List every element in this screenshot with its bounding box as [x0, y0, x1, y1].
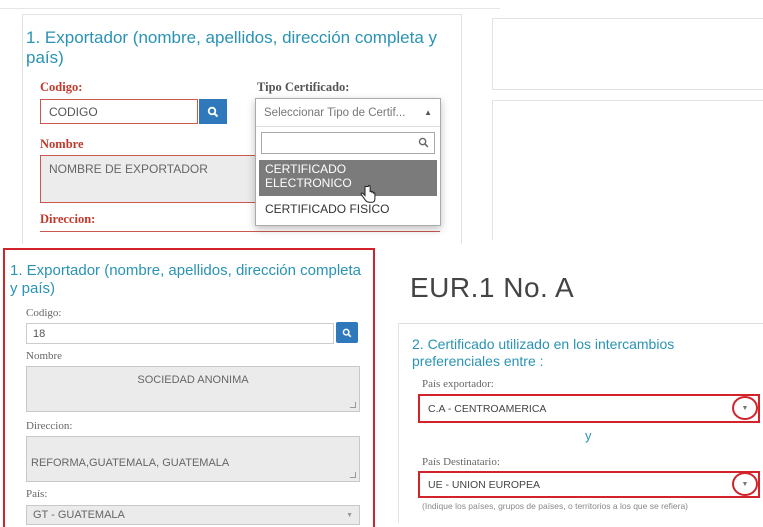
hint-text: (Indique los países, grupos de países, o…: [422, 501, 689, 511]
pais-label: País:: [26, 488, 48, 500]
pais-destinatario-value: UE - UNION EUROPEA: [428, 478, 541, 491]
eur-title: EUR.1 No. A: [410, 272, 575, 303]
search-icon: [342, 328, 352, 337]
codigo-input[interactable]: 18: [26, 323, 334, 344]
chevron-down-icon: ▼: [346, 511, 353, 519]
tipo-certificado-placeholder: Seleccionar Tipo de Certif...: [264, 106, 406, 119]
direccion-value: REFORMA,GUATEMALA, GUATEMALA: [31, 457, 230, 469]
nombre-label: Nombre: [40, 137, 84, 151]
search-icon: [418, 137, 429, 148]
section-title: 1. Exportador (nombre, apellidos, direcc…: [10, 262, 362, 297]
dropdown-search-input[interactable]: [261, 132, 435, 154]
section-title: 2. Certificado utilizado en los intercam…: [412, 336, 675, 369]
pais-exportador-value: C.A - CENTROAMERICA: [428, 402, 547, 415]
tipo-certificado-label: Tipo Certificado:: [257, 80, 350, 94]
pais-value: GT - GUATEMALA: [33, 509, 125, 521]
tipo-certificado-select[interactable]: Seleccionar Tipo de Certif... ▲: [256, 99, 440, 127]
nombre-value: SOCIEDAD ANONIMA: [137, 374, 249, 386]
side-panel: [492, 100, 763, 240]
direccion-label: Direccion:: [40, 212, 96, 226]
section-title: 1. Exportador (nombre, apellidos, direcc…: [26, 28, 438, 67]
side-panel: [492, 18, 763, 90]
pais-destinatario-label: País Destinatario:: [422, 456, 500, 468]
search-icon: [207, 106, 219, 117]
pais-exportador-select[interactable]: C.A - CENTROAMERICA: [418, 394, 760, 423]
divider: [0, 8, 500, 9]
dropdown-arrow-icon[interactable]: ▼: [732, 396, 758, 420]
pais-exportador-label: País exportador:: [422, 378, 494, 390]
option-certificado-electronico[interactable]: CERTIFICADO ELECTRONICO: [259, 160, 437, 196]
pais-destinatario-select[interactable]: UE - UNION EUROPEA: [418, 471, 760, 498]
dropdown-arrow-icon[interactable]: ▼: [732, 472, 758, 496]
hand-cursor-icon: [360, 185, 376, 203]
codigo-input[interactable]: CODIGO: [40, 99, 198, 124]
search-button[interactable]: [199, 99, 227, 124]
resize-handle[interactable]: [350, 472, 356, 478]
nombre-value: NOMBRE DE EXPORTADOR: [49, 162, 208, 176]
codigo-label: Codigo:: [40, 80, 83, 94]
pais-select[interactable]: GT - GUATEMALA ▼: [26, 505, 360, 525]
tipo-certificado-dropdown[interactable]: Seleccionar Tipo de Certif... ▲ CERTIFIC…: [255, 98, 441, 226]
nombre-label: Nombre: [26, 350, 63, 362]
resize-handle[interactable]: [350, 402, 356, 408]
direccion-textarea[interactable]: REFORMA,GUATEMALA, GUATEMALA: [26, 436, 360, 482]
direccion-label: Direccion:: [26, 420, 73, 432]
direccion-textarea[interactable]: [40, 231, 440, 237]
connector-text: y: [585, 428, 592, 443]
codigo-label: Codigo:: [26, 307, 62, 319]
caret-up-icon: ▲: [424, 108, 432, 117]
nombre-textarea[interactable]: SOCIEDAD ANONIMA: [26, 366, 360, 412]
search-button[interactable]: [336, 322, 358, 343]
option-certificado-fisico[interactable]: CERTIFICADO FISICO: [259, 200, 437, 218]
